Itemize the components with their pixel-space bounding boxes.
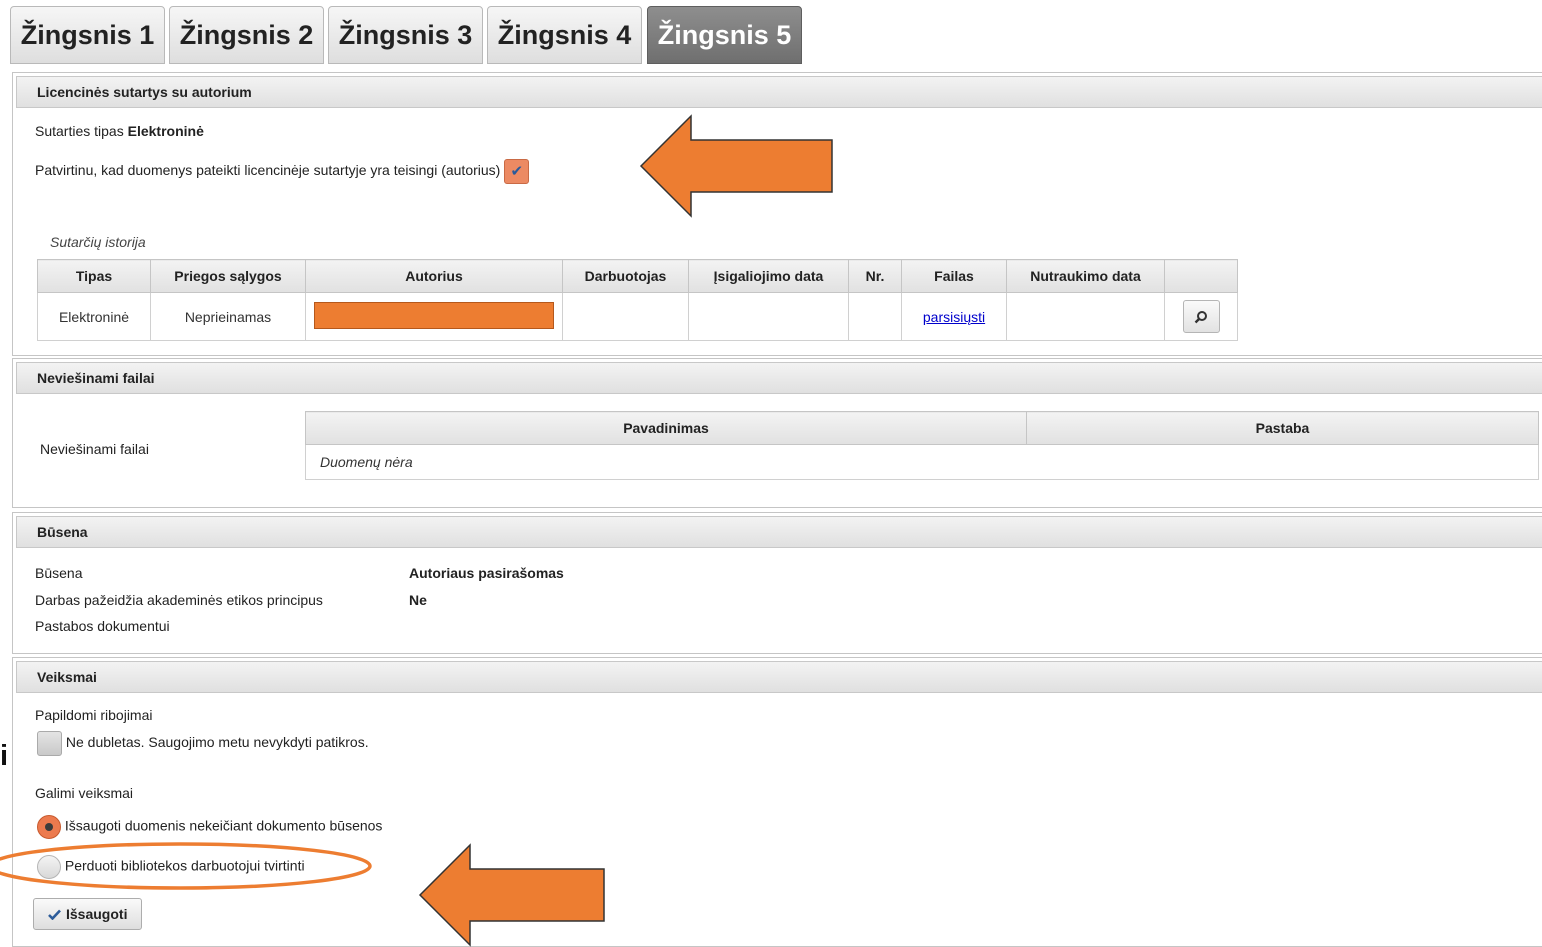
license-panel-header: Licencinės sutartys su autorium: [16, 76, 1542, 108]
ethics-value: Ne: [409, 592, 427, 608]
col-darbuotojas: Darbuotojas: [562, 259, 689, 293]
table-header-row: Pavadinimas Pastaba: [305, 411, 1539, 445]
checkmark-icon: [48, 909, 61, 920]
contract-type-label: Sutarties tipas: [35, 123, 124, 139]
license-panel: Licencinės sutartys su autorium Sutartie…: [12, 72, 1542, 356]
cell-priegos: Neprieinamas: [150, 292, 306, 341]
tab-step-4[interactable]: Žingsnis 4: [487, 6, 642, 64]
hidden-files-table: Pavadinimas Pastaba Duomenų nėra: [305, 411, 1539, 480]
cell-tipas: Elektroninė: [37, 292, 151, 341]
tab-step-5[interactable]: Žingsnis 5: [647, 6, 802, 64]
contract-history-table: Tipas Priegos sąlygos Autorius Darbuotoj…: [37, 259, 1238, 341]
status-label: Būsena: [35, 565, 83, 581]
col-isigaliojimo: Įsigaliojimo data: [688, 259, 849, 293]
col-nutraukimo: Nutraukimo data: [1006, 259, 1165, 293]
actions-panel: Veiksmai Papildomi ribojimai Ne dubletas…: [12, 657, 1542, 947]
col-tipas: Tipas: [37, 259, 151, 293]
radio-save-label: Išsaugoti duomenis nekeičiant dokumento …: [64, 817, 383, 834]
col-pastaba: Pastaba: [1026, 411, 1539, 445]
table-header-row: Tipas Priegos sąlygos Autorius Darbuotoj…: [37, 259, 1238, 293]
hidden-files-header: Neviešinami failai: [16, 362, 1542, 394]
cell-darbuotojas: [562, 292, 689, 341]
redaction-box: [314, 301, 554, 329]
col-actions: [1164, 259, 1238, 293]
magnifier-icon: [1194, 311, 1207, 324]
save-button-label: Išsaugoti: [66, 906, 128, 922]
col-nr: Nr.: [848, 259, 902, 293]
tab-step-2[interactable]: Žingsnis 2: [169, 6, 324, 64]
download-link[interactable]: parsisiųsti: [923, 309, 985, 325]
status-panel: Būsena Būsena Autoriaus pasirašomas Darb…: [12, 512, 1542, 654]
confirm-row: Patvirtinu, kad duomenys pateikti licenc…: [35, 159, 530, 184]
edge-glyph: i: [0, 740, 9, 772]
no-duplicate-checkbox[interactable]: [37, 731, 62, 756]
radio-option-save[interactable]: Išsaugoti duomenis nekeičiant dokumento …: [37, 815, 382, 839]
radio-transfer[interactable]: [37, 855, 61, 879]
confirm-text: Patvirtinu, kad duomenys pateikti licenc…: [35, 162, 501, 179]
possible-actions-label: Galimi veiksmai: [35, 785, 134, 801]
contract-type: Sutarties tipas Elektroninė: [35, 123, 204, 139]
confirm-checkbox[interactable]: ✔: [504, 159, 530, 184]
empty-message: Duomenų nėra: [305, 444, 1539, 480]
tab-step-3[interactable]: Žingsnis 3: [328, 6, 483, 64]
status-value: Autoriaus pasirašomas: [409, 565, 564, 581]
cell-isigaliojimo: [688, 292, 849, 341]
cell-failas: parsisiųsti: [901, 292, 1007, 341]
status-header: Būsena: [16, 516, 1542, 548]
cell-nr: [848, 292, 902, 341]
restrictions-label: Papildomi ribojimai: [35, 707, 153, 723]
cell-autorius: [305, 292, 563, 341]
checkmark-icon: ✔: [510, 163, 524, 180]
history-caption: Sutarčių istorija: [50, 234, 146, 250]
actions-header: Veiksmai: [16, 661, 1542, 693]
save-button[interactable]: Išsaugoti: [33, 898, 143, 930]
table-row: Duomenų nėra: [305, 444, 1539, 480]
col-pavadinimas: Pavadinimas: [305, 411, 1027, 445]
no-duplicate-row: Ne dubletas. Saugojimo metu nevykdyti pa…: [37, 731, 369, 756]
notes-label: Pastabos dokumentui: [35, 618, 170, 634]
hidden-files-panel: Neviešinami failai Neviešinami failai Pa…: [12, 358, 1542, 508]
cell-nutraukimo: [1006, 292, 1165, 341]
col-autorius: Autorius: [305, 259, 563, 293]
radio-transfer-label: Perduoti bibliotekos darbuotojui tvirtin…: [64, 857, 305, 874]
col-priegos: Priegos sąlygos: [150, 259, 306, 293]
hidden-files-label: Neviešinami failai: [40, 441, 149, 457]
tab-step-1[interactable]: Žingsnis 1: [10, 6, 165, 64]
view-button[interactable]: [1182, 300, 1220, 333]
no-duplicate-text: Ne dubletas. Saugojimo metu nevykdyti pa…: [65, 734, 369, 751]
table-row: Elektroninė Neprieinamas parsisiųsti: [37, 292, 1238, 341]
radio-save[interactable]: [37, 815, 61, 839]
col-failas: Failas: [901, 259, 1007, 293]
cell-view: [1164, 292, 1238, 341]
radio-option-transfer[interactable]: Perduoti bibliotekos darbuotojui tvirtin…: [37, 855, 305, 879]
contract-type-value: Elektroninė: [127, 123, 204, 139]
ethics-label: Darbas pažeidžia akademinės etikos princ…: [35, 592, 323, 608]
